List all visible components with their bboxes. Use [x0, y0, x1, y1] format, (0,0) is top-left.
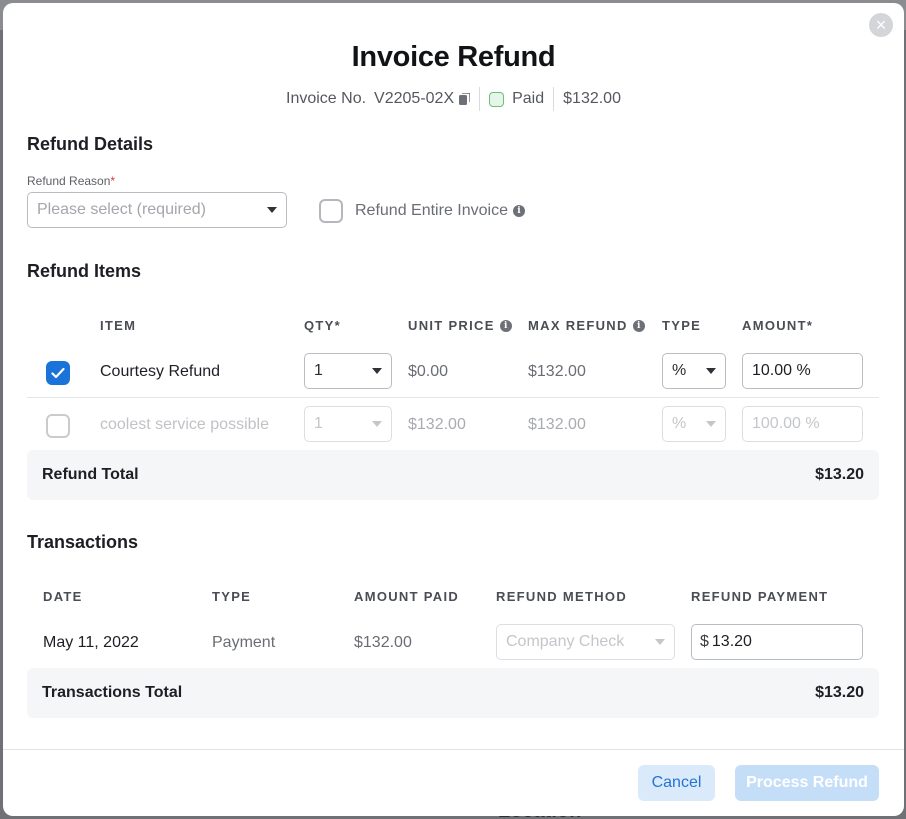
column-header-unit-price: UNIT PRICE i — [408, 318, 512, 333]
column-header-max-refund: MAX REFUND i — [528, 318, 645, 333]
max-refund-header-text: MAX REFUND — [528, 318, 628, 333]
amount-value: 100.00 % — [752, 415, 820, 432]
invoice-number: V2205-02X — [374, 90, 455, 107]
divider — [479, 87, 481, 111]
max-refund: $132.00 — [528, 416, 586, 433]
transaction-amount-paid: $132.00 — [354, 634, 412, 651]
unit-price: $132.00 — [408, 416, 466, 433]
info-icon[interactable]: i — [499, 319, 512, 332]
info-icon[interactable]: i — [632, 319, 645, 332]
column-header-refund-payment: REFUND PAYMENT — [691, 589, 829, 604]
refund-method-select[interactable]: Company Check — [496, 624, 675, 660]
refund-payment-value: 13.20 — [711, 633, 752, 650]
cancel-button[interactable]: Cancel — [638, 765, 715, 801]
qty-value: 1 — [314, 415, 323, 432]
qty-select[interactable]: 1 — [304, 406, 392, 442]
chevron-down-icon — [372, 421, 382, 427]
process-refund-button[interactable]: Process Refund — [735, 765, 879, 801]
column-header-amount: AMOUNT* — [742, 318, 814, 333]
invoice-summary: Invoice No. V2205-02X Paid $132.00 — [3, 87, 904, 111]
refund-total-label: Refund Total — [42, 466, 139, 483]
transactions-total-value: $13.20 — [815, 684, 864, 701]
refund-reason-label: Refund Reason* — [27, 174, 115, 188]
column-header-type: TYPE — [662, 318, 702, 333]
row-divider — [27, 397, 879, 398]
refund-entire-invoice-checkbox[interactable] — [319, 199, 343, 223]
info-icon[interactable]: i — [512, 205, 525, 217]
column-header-amount-paid: AMOUNT PAID — [354, 589, 460, 604]
close-icon: × — [875, 15, 887, 35]
transactions-total-bar: Transactions Total $13.20 — [27, 668, 879, 718]
refund-entire-invoice-label: Refund Entire Invoice i — [355, 202, 525, 220]
modal-title: Invoice Refund — [351, 41, 556, 73]
refund-reason-label-text: Refund Reason — [27, 174, 111, 188]
chevron-down-icon — [706, 421, 716, 427]
footer-divider — [3, 749, 904, 750]
invoice-refund-modal: × Invoice Refund Invoice No. V2205-02X P… — [3, 3, 904, 816]
chevron-down-icon — [655, 639, 665, 645]
transactions-total-label: Transactions Total — [42, 684, 183, 701]
currency-symbol: $ — [700, 633, 709, 650]
qty-value: 1 — [314, 362, 323, 379]
amount-input[interactable]: 100.00 % — [742, 406, 863, 442]
transactions-title: Transactions — [27, 532, 139, 552]
invoice-amount: $132.00 — [563, 90, 621, 107]
column-header-qty: QTY* — [304, 318, 341, 333]
row-select-checkbox[interactable] — [46, 414, 70, 438]
type-value: % — [672, 362, 687, 379]
type-select[interactable]: % — [662, 406, 726, 442]
divider — [553, 87, 555, 111]
refund-reason-select[interactable]: Please select (required) — [27, 192, 287, 228]
column-header-refund-method: REFUND METHOD — [496, 589, 628, 604]
column-header-type: TYPE — [212, 589, 252, 604]
column-header-item: ITEM — [100, 318, 137, 333]
amount-value: 10.00 % — [752, 362, 811, 379]
unit-price-header-text: UNIT PRICE — [408, 318, 495, 333]
chevron-down-icon — [267, 207, 277, 213]
paid-status-icon — [489, 91, 505, 107]
close-button[interactable]: × — [869, 13, 893, 37]
type-value: % — [672, 415, 687, 432]
chevron-down-icon — [372, 368, 382, 374]
qty-select[interactable]: 1 — [304, 353, 392, 389]
refund-payment-input[interactable]: $ 13.20 — [691, 624, 863, 660]
status-badge: Paid — [512, 90, 545, 107]
required-mark: * — [110, 174, 116, 188]
check-icon — [51, 367, 65, 379]
refund-entire-invoice-text: Refund Entire Invoice — [355, 202, 508, 219]
unit-price: $0.00 — [408, 363, 449, 380]
amount-input[interactable]: 10.00 % — [742, 353, 863, 389]
copy-icon[interactable] — [459, 93, 471, 105]
type-select[interactable]: % — [662, 353, 726, 389]
invoice-number-label: Invoice No. — [286, 90, 367, 107]
column-header-date: DATE — [43, 589, 83, 604]
item-name: coolest service possible — [100, 416, 269, 433]
refund-total-value: $13.20 — [815, 466, 864, 483]
refund-method-value: Company Check — [506, 633, 625, 650]
max-refund: $132.00 — [528, 363, 586, 380]
refund-details-title: Refund Details — [27, 134, 154, 154]
row-select-checkbox[interactable] — [46, 361, 70, 385]
refund-total-bar: Refund Total $13.20 — [27, 450, 879, 500]
transaction-date: May 11, 2022 — [43, 634, 139, 651]
chevron-down-icon — [706, 368, 716, 374]
transaction-type: Payment — [212, 634, 276, 651]
item-name: Courtesy Refund — [100, 363, 221, 380]
refund-items-title: Refund Items — [27, 261, 142, 281]
refund-reason-placeholder: Please select (required) — [37, 201, 206, 218]
